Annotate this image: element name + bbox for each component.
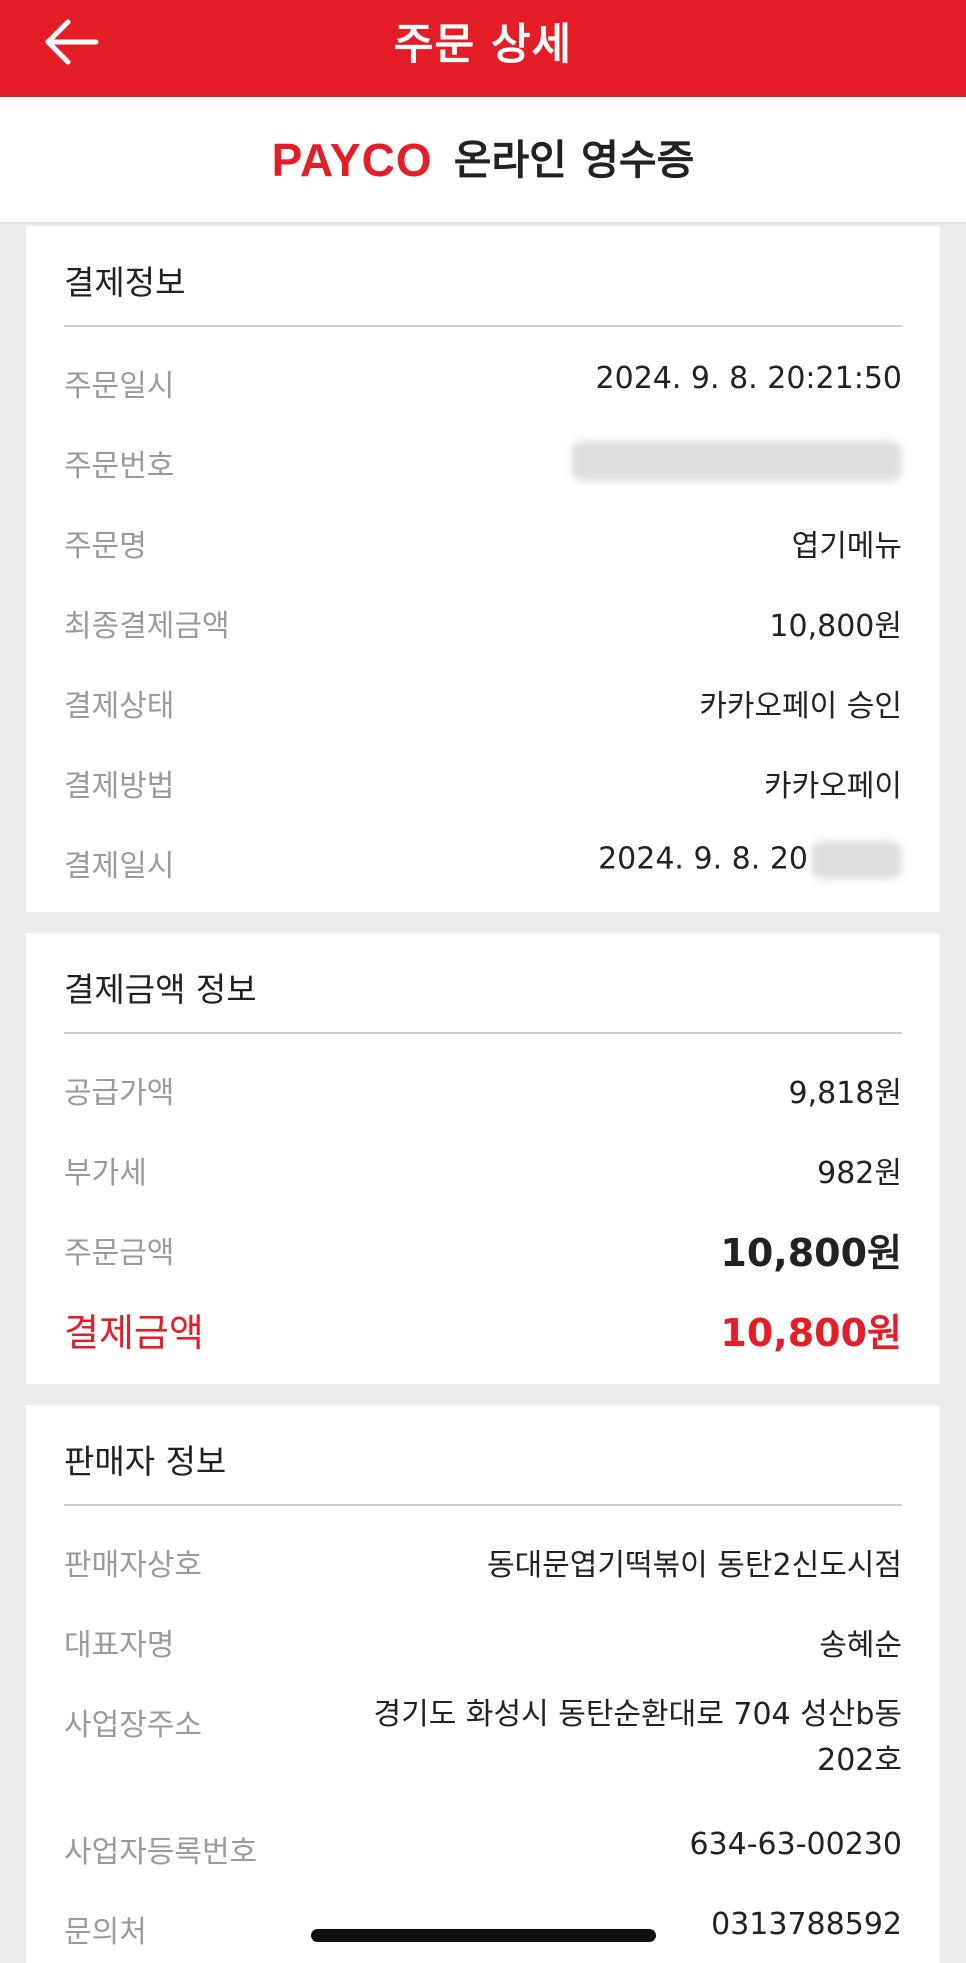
order-amount-value: 10,800원 (720, 1231, 902, 1275)
row-label: 주문명 (64, 529, 147, 564)
divider (64, 325, 902, 327)
row-label: 주문일시 (64, 369, 175, 404)
divider (64, 1032, 902, 1034)
app-bar: 주문 상세 (0, 0, 966, 97)
receipt-title: 온라인 영수증 (453, 135, 695, 184)
row-label: 결제일시 (64, 849, 175, 884)
row-value: 9,818원 (788, 1076, 902, 1111)
receipt-header: PAYCO 온라인 영수증 (0, 97, 966, 224)
address-line-1: 경기도 화성시 동탄순환대로 704 성산b동 (373, 1697, 902, 1732)
row-label: 결제방법 (64, 769, 175, 804)
row-value: 2024. 9. 8. 20:21:50 (595, 361, 902, 396)
row-label: 사업장주소 (64, 1708, 202, 1743)
section-title: 결제금액 정보 (64, 970, 257, 1009)
payco-logo: PAYCO (271, 134, 433, 186)
row-label: 판매자상호 (64, 1548, 202, 1583)
section-title: 판매자 정보 (64, 1442, 227, 1481)
row-value: 엽기메뉴 (791, 529, 902, 564)
row-label: 부가세 (64, 1156, 147, 1191)
section-title: 결제정보 (64, 263, 186, 302)
divider (64, 1504, 902, 1506)
row-value: 634-63-00230 (689, 1827, 902, 1862)
order-number-redacted (572, 441, 902, 481)
row-label: 결제상태 (64, 689, 175, 724)
row-label: 문의처 (64, 1915, 147, 1950)
row-value: 카카오페이 (764, 769, 902, 804)
home-indicator[interactable] (311, 1929, 656, 1942)
row-value: 982원 (817, 1156, 902, 1191)
payment-amount-label: 결제금액 (64, 1311, 204, 1355)
amount-info-card: 결제금액 정보 공급가액 9,818원 부가세 982원 주문금액 10,800… (26, 933, 940, 1384)
payment-info-card: 결제정보 주문일시 2024. 9. 8. 20:21:50 주문번호 주문명 … (26, 226, 940, 912)
row-label: 주문금액 (64, 1236, 175, 1271)
row-label: 대표자명 (64, 1628, 175, 1663)
row-value: 동대문엽기떡볶이 동탄2신도시점 (486, 1548, 902, 1583)
payment-datetime-text: 2024. 9. 8. 20 (598, 841, 808, 877)
row-label: 사업자등록번호 (64, 1835, 258, 1870)
address-line-2: 202호 (817, 1743, 902, 1778)
seller-info-card: 판매자 정보 판매자상호 동대문엽기떡볶이 동탄2신도시점 대표자명 송혜순 사… (26, 1405, 940, 1963)
row-value: 10,800원 (769, 609, 902, 644)
row-value: 경기도 화성시 동탄순환대로 704 성산b동 202호 (374, 1692, 902, 1784)
page-title: 주문 상세 (393, 20, 573, 70)
row-value[interactable]: 0313788592 (711, 1907, 902, 1942)
payment-amount-value: 10,800원 (720, 1311, 902, 1355)
row-value: 2024. 9. 8. 20 (598, 841, 902, 879)
row-label: 최종결제금액 (64, 609, 230, 644)
row-value: 송혜순 (819, 1628, 902, 1663)
row-label: 공급가액 (64, 1076, 175, 1111)
row-value: 카카오페이 승인 (699, 689, 902, 724)
row-label: 주문번호 (64, 449, 175, 484)
